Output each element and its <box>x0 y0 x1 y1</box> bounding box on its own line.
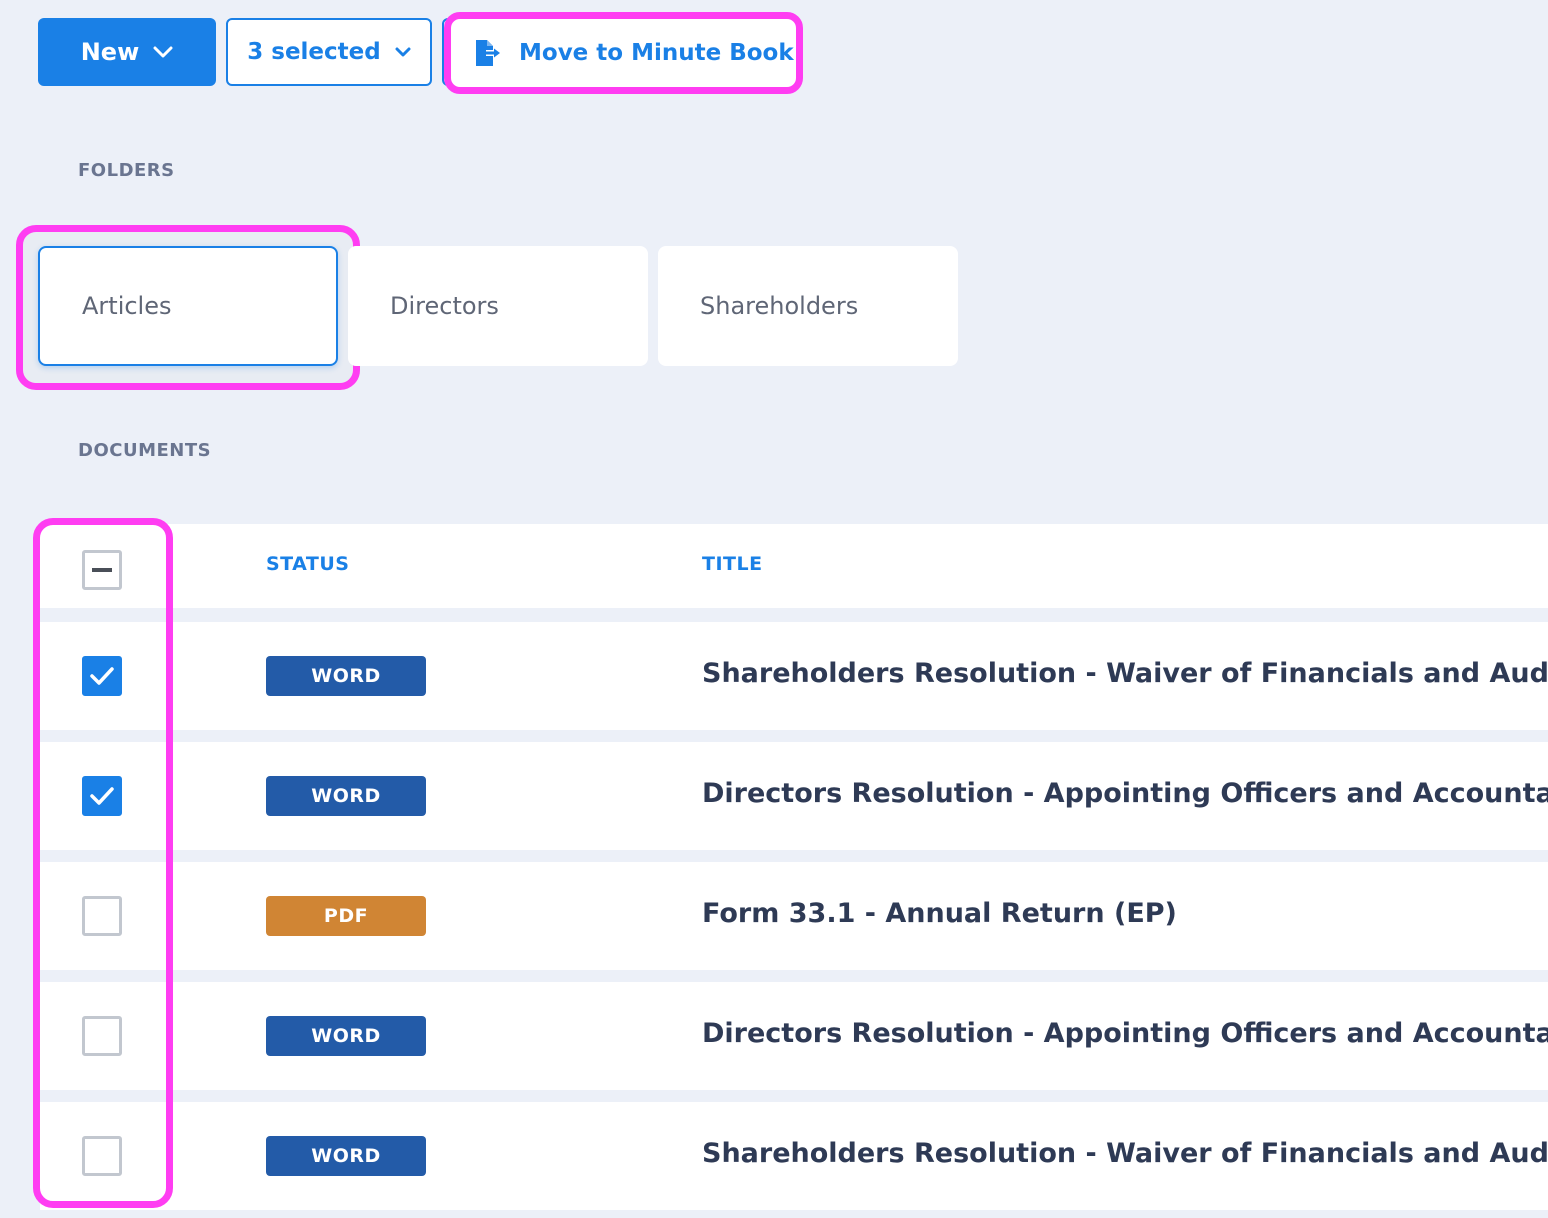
selected-dropdown-button[interactable]: 3 selected <box>226 18 432 86</box>
documents-section-label: DOCUMENTS <box>78 440 212 461</box>
document-title[interactable]: Directors Resolution - Appointing Office… <box>702 1018 1548 1049</box>
status-badge: PDF <box>266 896 426 936</box>
folder-shareholders[interactable]: Shareholders <box>658 246 958 366</box>
selected-count-label: 3 selected <box>247 39 381 65</box>
folder-label: Directors <box>390 292 499 320</box>
chevron-down-icon <box>395 47 411 57</box>
document-title[interactable]: Shareholders Resolution - Waiver of Fina… <box>702 658 1548 689</box>
folder-directors[interactable]: Directors <box>348 246 648 366</box>
document-title[interactable]: Form 33.1 - Annual Return (EP) <box>702 898 1177 929</box>
status-badge: WORD <box>266 1016 426 1056</box>
new-button-label: New <box>80 38 140 66</box>
column-header-status[interactable]: STATUS <box>266 553 349 575</box>
move-to-minute-book-button[interactable]: Move to Minute Book <box>444 12 803 94</box>
document-title[interactable]: Directors Resolution - Appointing Office… <box>702 778 1548 809</box>
folder-label: Shareholders <box>700 292 859 320</box>
document-title[interactable]: Shareholders Resolution - Waiver of Fina… <box>702 1138 1548 1169</box>
folder-label: Articles <box>82 292 172 320</box>
status-badge: WORD <box>266 1136 426 1176</box>
folder-articles[interactable]: Articles <box>38 246 338 366</box>
chevron-down-icon <box>153 46 173 58</box>
status-badge: WORD <box>266 656 426 696</box>
checkbox-column-highlight <box>33 518 173 1208</box>
column-header-title[interactable]: TITLE <box>702 553 763 575</box>
file-export-icon <box>476 40 500 66</box>
folders-section-label: FOLDERS <box>78 160 175 181</box>
new-button[interactable]: New <box>38 18 216 86</box>
move-button-label: Move to Minute Book <box>519 40 794 66</box>
status-badge: WORD <box>266 776 426 816</box>
